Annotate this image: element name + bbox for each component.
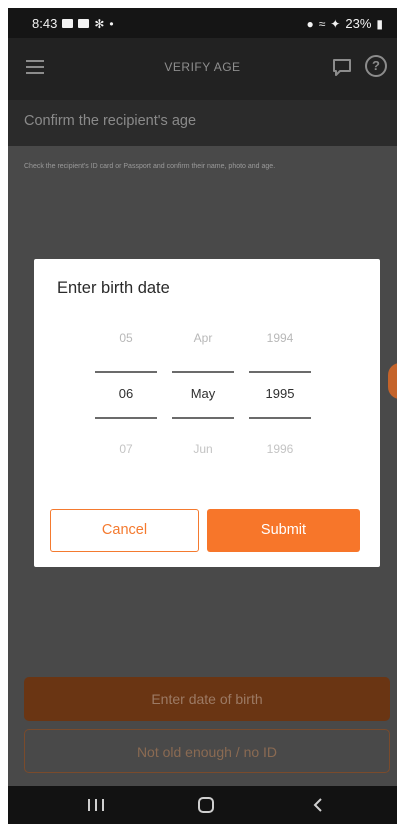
media-notification-icon [78, 19, 90, 28]
month-selected[interactable]: May [172, 386, 234, 401]
dot-icon: • [109, 16, 114, 31]
picker-divider [172, 417, 234, 419]
year-next-option[interactable]: 1996 [249, 442, 311, 456]
day-selected[interactable]: 06 [95, 386, 157, 401]
help-icon[interactable]: ? [365, 55, 387, 77]
status-bar: 8:43 ✻ • ● ≈ ✦ 23% ▮ [8, 8, 397, 38]
day-picker[interactable]: 05 06 07 [95, 321, 157, 481]
month-picker[interactable]: Apr May Jun [172, 321, 234, 481]
location-icon: ● [306, 16, 314, 31]
month-prev-option[interactable]: Apr [172, 331, 234, 345]
cancel-button[interactable]: Cancel [50, 509, 199, 552]
year-selected[interactable]: 1995 [249, 386, 311, 401]
year-picker[interactable]: 1994 1995 1996 [249, 321, 311, 481]
birth-date-dialog: Enter birth date 05 06 07 Apr May Jun 19… [34, 259, 380, 567]
recent-apps-icon[interactable] [88, 799, 104, 811]
battery-icon: ▮ [376, 16, 383, 31]
side-handle[interactable] [388, 363, 397, 399]
status-time: 8:43 [32, 16, 58, 31]
dialog-title: Enter birth date [57, 279, 170, 297]
battery-percent: 23% [345, 16, 372, 31]
picker-divider [95, 371, 157, 373]
submit-button[interactable]: Submit [207, 509, 360, 552]
month-next-option[interactable]: Jun [172, 442, 234, 456]
picker-divider [249, 417, 311, 419]
wifi-icon: ≈ [318, 16, 326, 31]
back-icon[interactable] [311, 797, 325, 813]
no-id-button[interactable]: Not old enough / no ID [24, 729, 390, 773]
chat-icon[interactable] [331, 56, 353, 78]
day-next-option[interactable]: 07 [95, 442, 157, 456]
section-header: Confirm the recipient's age [8, 100, 397, 146]
year-prev-option[interactable]: 1994 [249, 331, 311, 345]
sync-icon: ✻ [94, 16, 105, 31]
system-nav-bar [8, 786, 397, 824]
picker-divider [249, 371, 311, 373]
instructions-text: Check the recipient's ID card or Passpor… [24, 163, 276, 170]
day-prev-option[interactable]: 05 [95, 331, 157, 345]
picker-divider [95, 417, 157, 419]
enter-dob-button[interactable]: Enter date of birth [24, 677, 390, 721]
home-icon[interactable] [198, 797, 214, 813]
airplane-icon: ✦ [330, 16, 341, 31]
youtube-notification-icon [62, 19, 74, 28]
app-bar: VERIFY AGE ? [8, 38, 397, 100]
picker-divider [172, 371, 234, 373]
